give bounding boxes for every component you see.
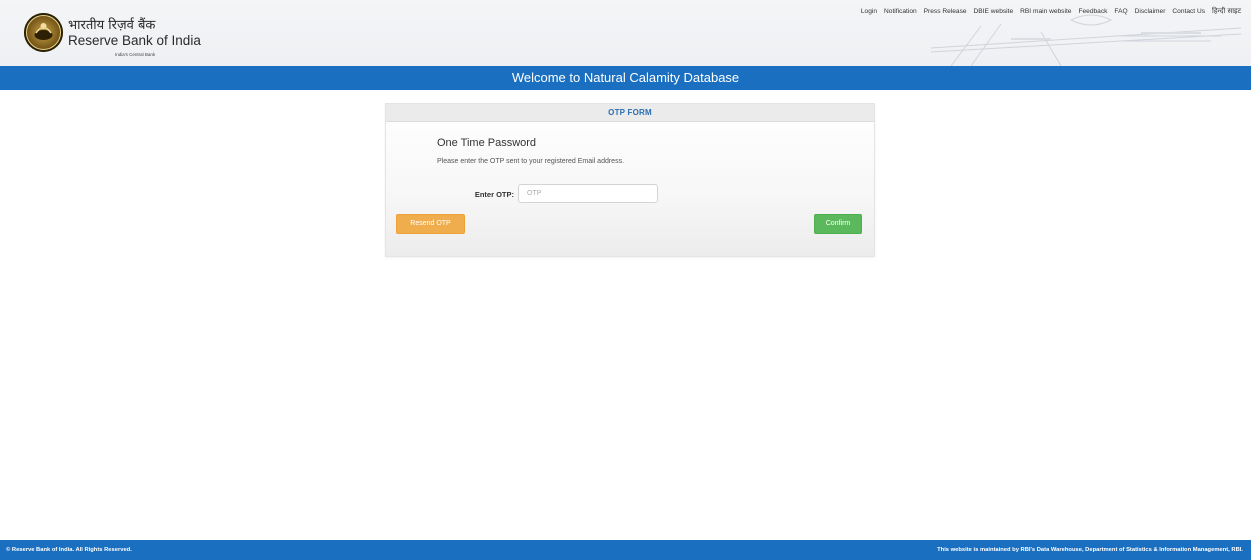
site-footer: © Reserve Bank of India. All Rights Rese… xyxy=(0,540,1251,560)
rbi-logo[interactable]: भारतीय रिज़र्व बैंक Reserve Bank of Indi… xyxy=(22,10,222,60)
nav-press-release-link[interactable]: Press Release xyxy=(924,8,967,15)
otp-title: One Time Password xyxy=(437,137,537,149)
top-navigation: Login Notification Press Release DBIE we… xyxy=(861,7,1241,16)
otp-label: Enter OTP: xyxy=(474,190,514,199)
page: भारतीय रिज़र्व बैंक Reserve Bank of Indi… xyxy=(0,0,1251,560)
nav-feedback-link[interactable]: Feedback xyxy=(1078,8,1107,15)
nav-notification-link[interactable]: Notification xyxy=(884,8,917,15)
logo-english-text: Reserve Bank of India xyxy=(68,33,201,48)
site-header: भारतीय रिज़र्व बैंक Reserve Bank of Indi… xyxy=(0,0,1251,66)
welcome-title: Welcome to Natural Calamity Database xyxy=(511,70,740,85)
nav-contact-us-link[interactable]: Contact Us xyxy=(1172,8,1205,15)
rbi-seal-icon xyxy=(24,13,63,52)
nav-faq-link[interactable]: FAQ xyxy=(1114,8,1127,15)
resend-otp-button[interactable]: Resend OTP xyxy=(396,214,465,234)
otp-description: Please enter the OTP sent to your regist… xyxy=(437,158,625,165)
confirm-button[interactable]: Confirm xyxy=(814,214,862,234)
otp-form-panel: OTP FORM One Time Password Please enter … xyxy=(385,103,875,257)
nav-hindi-site-link[interactable]: हिन्दी साइट xyxy=(1212,7,1241,16)
nav-disclaimer-link[interactable]: Disclaimer xyxy=(1135,8,1166,15)
welcome-banner: Welcome to Natural Calamity Database xyxy=(0,66,1251,90)
nav-dbie-website-link[interactable]: DBIE website xyxy=(974,8,1014,15)
logo-hindi-text: भारतीय रिज़र्व बैंक xyxy=(68,18,156,33)
header-decoration xyxy=(930,14,1242,66)
nav-rbi-main-website-link[interactable]: RBI main website xyxy=(1020,8,1071,15)
nav-login-link[interactable]: Login xyxy=(861,8,877,15)
otp-form-header: OTP FORM xyxy=(386,104,874,122)
footer-copyright: © Reserve Bank of India. All Rights Rese… xyxy=(6,547,132,553)
otp-input[interactable] xyxy=(518,184,658,203)
footer-maintained-by: This website is maintained by RBI's Data… xyxy=(937,547,1243,553)
logo-tagline: India's Central Bank xyxy=(115,52,156,57)
